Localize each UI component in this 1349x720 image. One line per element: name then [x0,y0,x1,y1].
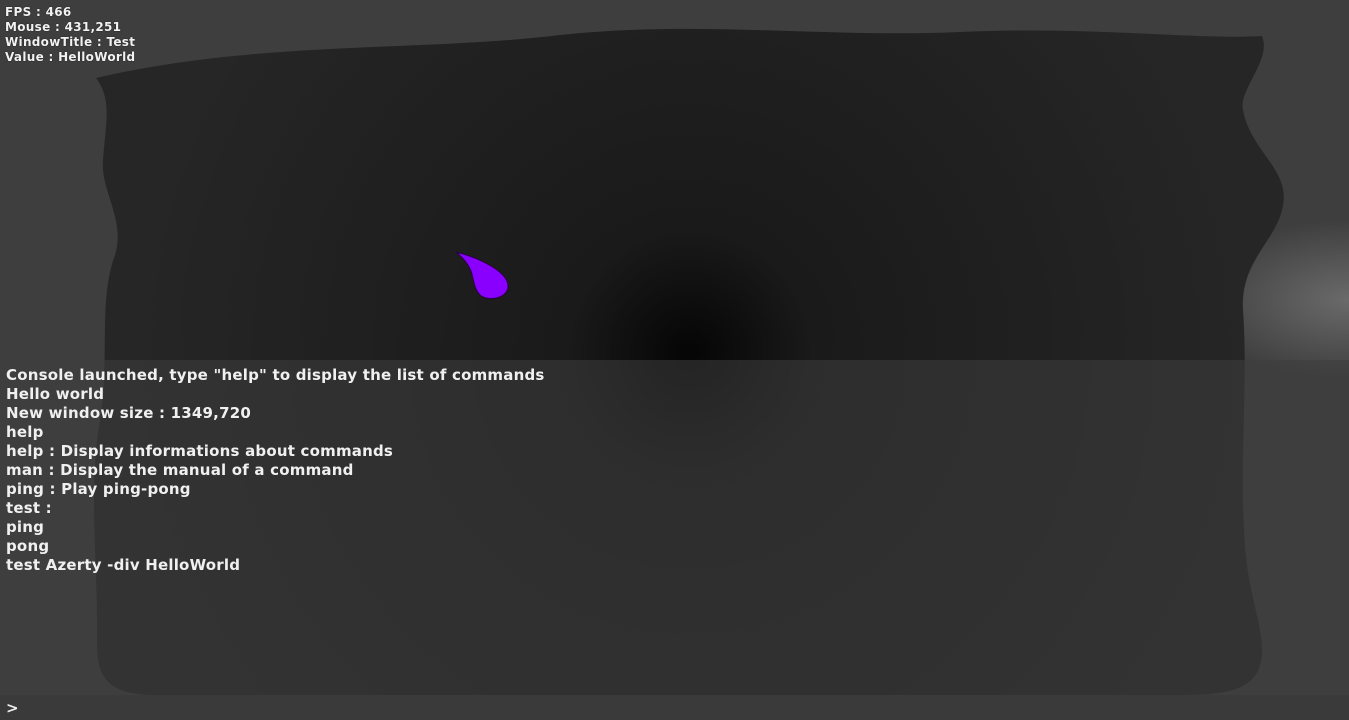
window-title-readout: WindowTitle : Test [5,35,136,49]
console-input[interactable] [22,697,1322,717]
console-line: test Azerty -div HelloWorld [6,556,241,574]
console-line: Hello world [6,385,105,403]
console-prompt: > [6,699,19,717]
console-line: man : Display the manual of a command [6,461,354,479]
value-readout: Value : HelloWorld [5,50,136,64]
console-line: ping : Play ping-pong [6,480,191,498]
console-log: Console launched, type "help" to display… [6,366,545,575]
console-line: pong [6,537,50,555]
console-line: New window size : 1349,720 [6,404,251,422]
console-line: help : Display informations about comman… [6,442,394,460]
debug-overlay: FPS : 466 Mouse : 431,251 WindowTitle : … [5,5,135,65]
console-line: ping [6,518,45,536]
console-panel: Console launched, type "help" to display… [0,360,1349,695]
game-window[interactable]: FPS : 466 Mouse : 431,251 WindowTitle : … [0,0,1349,720]
console-line: Console launched, type "help" to display… [6,366,545,384]
console-line: test : [6,499,52,517]
console-input-bar[interactable]: > [0,695,1349,720]
mouse-readout: Mouse : 431,251 [5,20,122,34]
console-line: help [6,423,44,441]
fps-readout: FPS : 466 [5,5,72,19]
